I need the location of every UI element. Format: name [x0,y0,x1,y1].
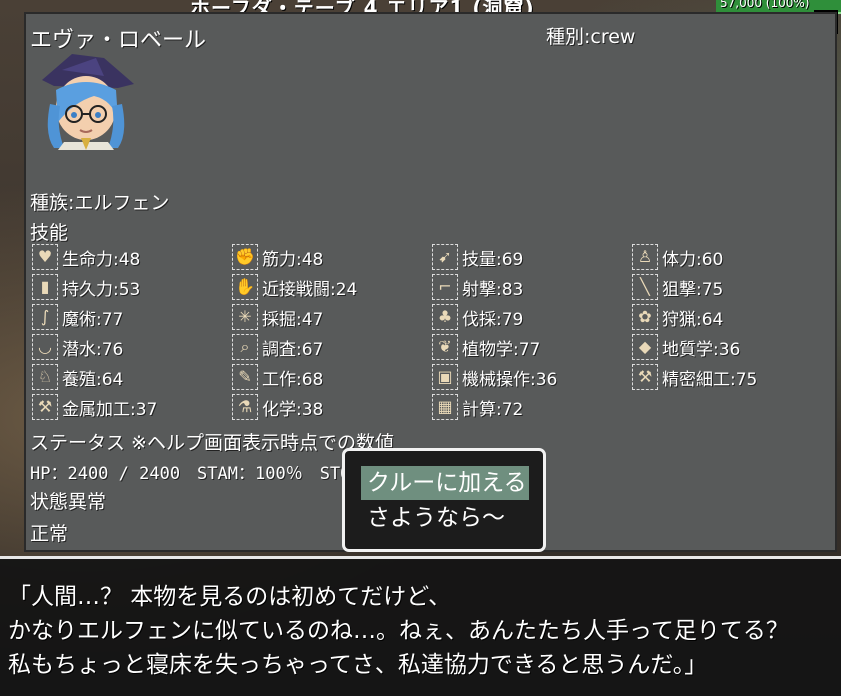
race-label: 種族:エルフェン [30,192,170,214]
status-heading: ステータス ※ヘルプ画面表示時点での数値 [30,432,394,454]
message-line-1: 「人間…？ 本物を見るのは初めてだけど、 [8,584,452,610]
skill-label: 工作:68 [262,370,324,390]
skill-label: 体力:60 [662,250,724,270]
arm-icon: ✊ [232,244,258,270]
pistol-icon: ⌐ [432,274,458,300]
rock-icon: ◆ [632,334,658,360]
calculator-icon: ▦ [432,394,458,420]
skill-label: 地質学:36 [662,340,741,360]
telescope-icon: ⌕ [232,334,258,360]
skill-label: 化学:38 [262,400,324,420]
skill-label: 伐採:79 [462,310,524,330]
character-portrait [34,50,136,150]
trap-icon: ✿ [632,304,658,330]
crystal-icon: ✳ [232,304,258,330]
message-line-2: かなりエルフェンに似ているのね…。ねぇ、あんたたち人手って足りてる？ [8,618,789,644]
skill-label: 技量:69 [462,250,524,270]
skill-label: 持久力:53 [62,280,141,300]
machine-icon: ▣ [432,364,458,390]
character-type: 種別:crew [546,26,636,48]
wrench-icon: ✎ [232,364,258,390]
skill-label: 計算:72 [462,400,524,420]
choice-window: クルーに加える さようなら～ [342,448,546,552]
heart-body-icon: ♥ [32,244,58,270]
message-window[interactable]: 「人間…？ 本物を見るのは初めてだけど、 かなりエルフェンに似ているのね…。ねぇ… [0,556,841,696]
message-line-3: 私もちょっと寝床を失っちゃってさ、私達協力できると思うんだ。」 [8,652,708,678]
condition-value: 正常 [30,523,69,545]
skills-heading: 技能 [30,222,69,244]
choice-add-to-crew[interactable]: クルーに加える [361,466,529,500]
skill-label: 潜水:76 [62,340,124,360]
hammer-icon: ⚒ [32,394,58,420]
skill-label: 調査:67 [262,340,324,360]
fist-icon: ✋ [232,274,258,300]
skill-label: 採掘:47 [262,310,324,330]
skill-label: 機械操作:36 [462,370,558,390]
flask-icon: ⚗ [232,394,258,420]
skill-label: 射撃:83 [462,280,524,300]
skill-label: 筋力:48 [262,250,324,270]
skill-label: 近接戦闘:24 [262,280,358,300]
gauge-text: 57,000 (100%) [720,0,810,10]
torso-icon: ♙ [632,244,658,270]
chicken-icon: ♘ [32,364,58,390]
skill-label: 植物学:77 [462,340,541,360]
leaf-icon: ❦ [432,334,458,360]
battery-icon: ▮ [32,274,58,300]
skill-label: 狩猟:64 [662,310,724,330]
condition-heading: 状態異常 [30,491,107,513]
rifle-icon: ╲ [632,274,658,300]
bow-icon: ➹ [432,244,458,270]
tools-icon: ⚒ [632,364,658,390]
skill-label: 魔術:77 [62,310,124,330]
tree-icon: ♣ [432,304,458,330]
skill-label: 生命力:48 [62,250,141,270]
skill-label: 精密細工:75 [662,370,758,390]
skill-label: 養殖:64 [62,370,124,390]
choice-goodbye[interactable]: さようなら～ [361,501,529,535]
skill-label: 狙撃:75 [662,280,724,300]
skill-label: 金属加工:37 [62,400,158,420]
staff-icon: ∫ [32,304,58,330]
whip-icon: ◡ [32,334,58,360]
